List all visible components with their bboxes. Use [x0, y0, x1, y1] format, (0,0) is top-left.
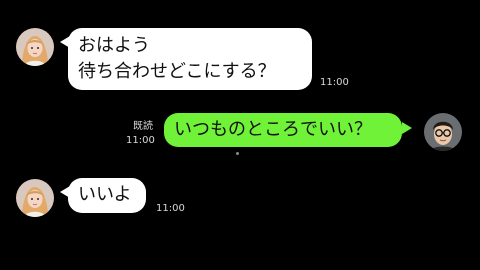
message-bubble-outgoing[interactable]: いつものところでいい？: [164, 113, 402, 147]
message-timestamp: 11:00: [320, 77, 349, 88]
read-receipt-label: 既読: [133, 121, 153, 132]
self-avatar-icon[interactable]: [424, 113, 462, 151]
message-bubble-incoming-2[interactable]: いいよ: [68, 178, 146, 213]
contact-avatar-icon[interactable]: [16, 28, 54, 66]
message-timestamp: 11:00: [126, 135, 155, 146]
chat-view: おはよう 待ち合わせどこにする？ 11:00 既読 11:00 いつものところで…: [0, 0, 480, 270]
message-text-line: おはよう: [78, 35, 150, 56]
bubble-tail: [402, 122, 412, 134]
message-text-line: いいよ: [78, 184, 132, 205]
message-text-line: いつものところでいい？: [174, 119, 372, 140]
message-text-line: 待ち合わせどこにする？: [78, 61, 276, 82]
message-bubble-incoming-1[interactable]: おはよう 待ち合わせどこにする？: [68, 28, 312, 90]
decorative-dot: [236, 152, 239, 155]
message-timestamp: 11:00: [156, 203, 185, 214]
contact-avatar-icon[interactable]: [16, 179, 54, 217]
